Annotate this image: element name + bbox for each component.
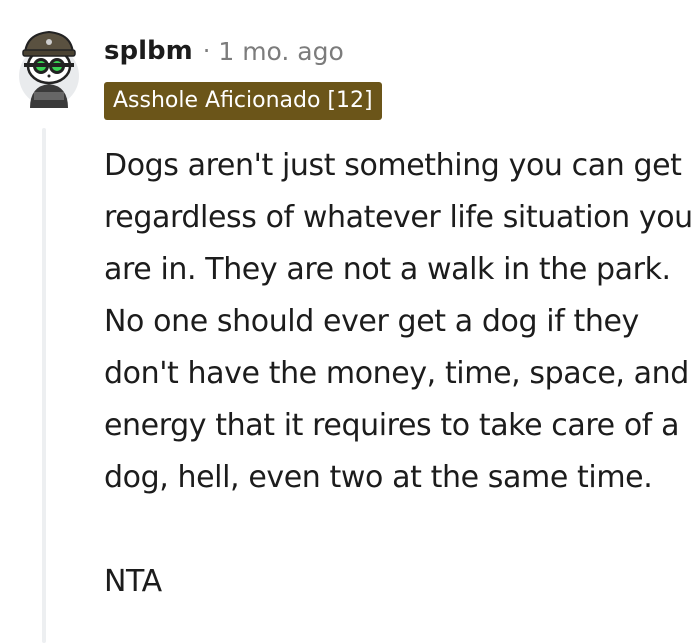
comment-body: Dogs aren't just something you can get r… xyxy=(104,140,696,608)
comment-verdict: NTA xyxy=(104,564,162,599)
snoo-avatar-icon xyxy=(19,30,79,108)
comment: splbm · 1 mo. ago Asshole Aficionado [12… xyxy=(0,0,700,643)
separator-dot: · xyxy=(202,37,211,65)
user-avatar[interactable] xyxy=(14,18,84,108)
timestamp[interactable]: 1 mo. ago xyxy=(218,37,343,66)
comment-paragraph: Dogs aren't just something you can get r… xyxy=(104,148,693,495)
user-flair-badge: Asshole Aficionado [12] xyxy=(104,82,382,120)
username-link[interactable]: splbm xyxy=(104,36,193,66)
thread-line[interactable] xyxy=(42,128,46,643)
comment-header: splbm · 1 mo. ago xyxy=(104,34,344,68)
